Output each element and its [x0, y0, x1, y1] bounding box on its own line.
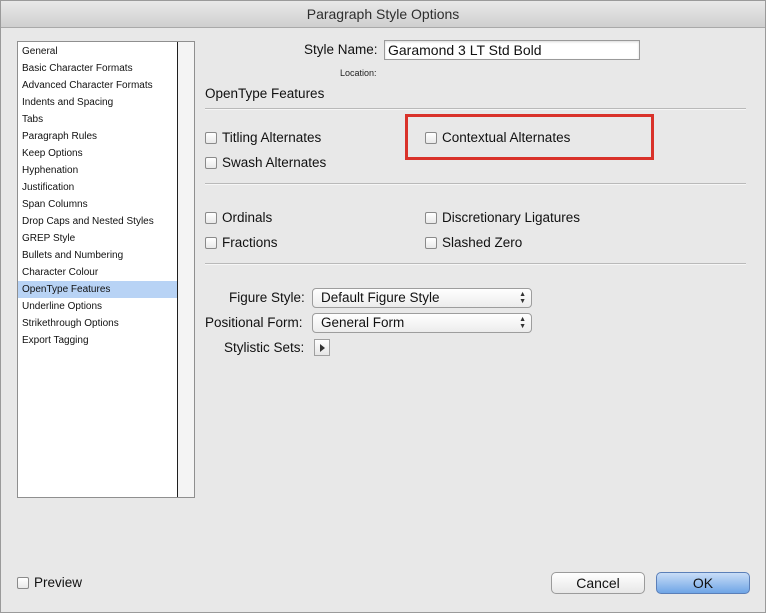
sidebar-item-bullets-and-numbering[interactable]: Bullets and Numbering [18, 247, 177, 264]
fractions-checkbox[interactable]: Fractions [205, 235, 278, 250]
sidebar-item-general[interactable]: General [18, 43, 177, 60]
swash-alternates-checkbox[interactable]: Swash Alternates [205, 155, 326, 170]
category-list[interactable]: General Basic Character Formats Advanced C… [17, 41, 195, 498]
ok-button[interactable]: OK [656, 572, 750, 594]
discretionary-ligatures-checkbox[interactable]: Discretionary Ligatures [425, 210, 580, 225]
sidebar-item-tabs[interactable]: Tabs [18, 111, 177, 128]
figure-style-label: Figure Style: [229, 290, 305, 305]
updown-arrows-icon: ▲ ▼ [519, 291, 526, 305]
red-highlight-box [405, 114, 654, 160]
sidebar-item-export-tagging[interactable]: Export Tagging [18, 332, 177, 349]
sidebar-item-underline-options[interactable]: Underline Options [18, 298, 177, 315]
positional-form-label: Positional Form: [205, 315, 303, 330]
figure-style-select[interactable]: Default Figure Style ▲ ▼ [312, 288, 532, 308]
sidebar-item-advanced-character-formats[interactable]: Advanced Character Formats [18, 77, 177, 94]
stylistic-sets-label: Stylistic Sets: [224, 340, 305, 355]
sidebar-item-hyphenation[interactable]: Hyphenation [18, 162, 177, 179]
updown-arrows-icon: ▲ ▼ [519, 316, 526, 330]
cancel-button[interactable]: Cancel [551, 572, 645, 594]
sidebar-item-keep-options[interactable]: Keep Options [18, 145, 177, 162]
checkbox-box [425, 211, 437, 224]
triangle-right-icon [320, 344, 325, 352]
titling-alternates-label: Titling Alternates [222, 130, 322, 145]
style-name-input[interactable]: Garamond 3 LT Std Bold [384, 40, 640, 60]
sidebar-item-justification[interactable]: Justification [18, 179, 177, 196]
figure-style-value: Default Figure Style [321, 290, 440, 305]
section-title: OpenType Features [205, 86, 325, 101]
checkbox-box [205, 211, 217, 224]
checkbox-box [17, 576, 29, 589]
sidebar-item-character-colour[interactable]: Character Colour [18, 264, 177, 281]
ordinals-label: Ordinals [222, 210, 273, 225]
fractions-label: Fractions [222, 235, 278, 250]
titling-alternates-checkbox[interactable]: Titling Alternates [205, 130, 321, 145]
divider-top [205, 108, 746, 110]
sidebar-item-strikethrough-options[interactable]: Strikethrough Options [18, 315, 177, 332]
ordinals-checkbox[interactable]: Ordinals [205, 210, 272, 225]
preview-checkbox[interactable]: Preview [17, 575, 82, 590]
checkbox-box [205, 156, 217, 169]
paragraph-style-options-dialog: Paragraph Style Options General Basic Cha… [0, 0, 766, 613]
divider-middle [205, 183, 746, 185]
checkbox-box [205, 131, 217, 144]
category-items: General Basic Character Formats Advanced C… [18, 42, 194, 349]
sidebar-item-paragraph-rules[interactable]: Paragraph Rules [18, 128, 177, 145]
sidebar-item-opentype-features[interactable]: OpenType Features [18, 281, 177, 298]
positional-form-value: General Form [321, 315, 405, 330]
slashed-zero-checkbox[interactable]: Slashed Zero [425, 235, 522, 250]
preview-label: Preview [34, 575, 83, 590]
checkbox-box [425, 236, 437, 249]
checkbox-box [205, 236, 217, 249]
positional-form-select[interactable]: General Form ▲ ▼ [312, 313, 532, 333]
style-name-label: Style Name: [304, 42, 378, 57]
sidebar-item-basic-character-formats[interactable]: Basic Character Formats [18, 60, 177, 77]
stylistic-sets-menu-button[interactable] [314, 339, 330, 356]
discretionary-ligatures-label: Discretionary Ligatures [442, 210, 581, 225]
sidebar-item-drop-caps-and-nested-styles[interactable]: Drop Caps and Nested Styles [18, 213, 177, 230]
window-title: Paragraph Style Options [1, 1, 765, 28]
divider-bottom [205, 263, 746, 265]
category-scrollbar[interactable] [177, 42, 194, 497]
sidebar-item-grep-style[interactable]: GREP Style [18, 230, 177, 247]
sidebar-item-span-columns[interactable]: Span Columns [18, 196, 177, 213]
sidebar-item-indents-and-spacing[interactable]: Indents and Spacing [18, 94, 177, 111]
slashed-zero-label: Slashed Zero [442, 235, 523, 250]
swash-alternates-label: Swash Alternates [222, 155, 327, 170]
location-label: Location: [340, 68, 377, 78]
